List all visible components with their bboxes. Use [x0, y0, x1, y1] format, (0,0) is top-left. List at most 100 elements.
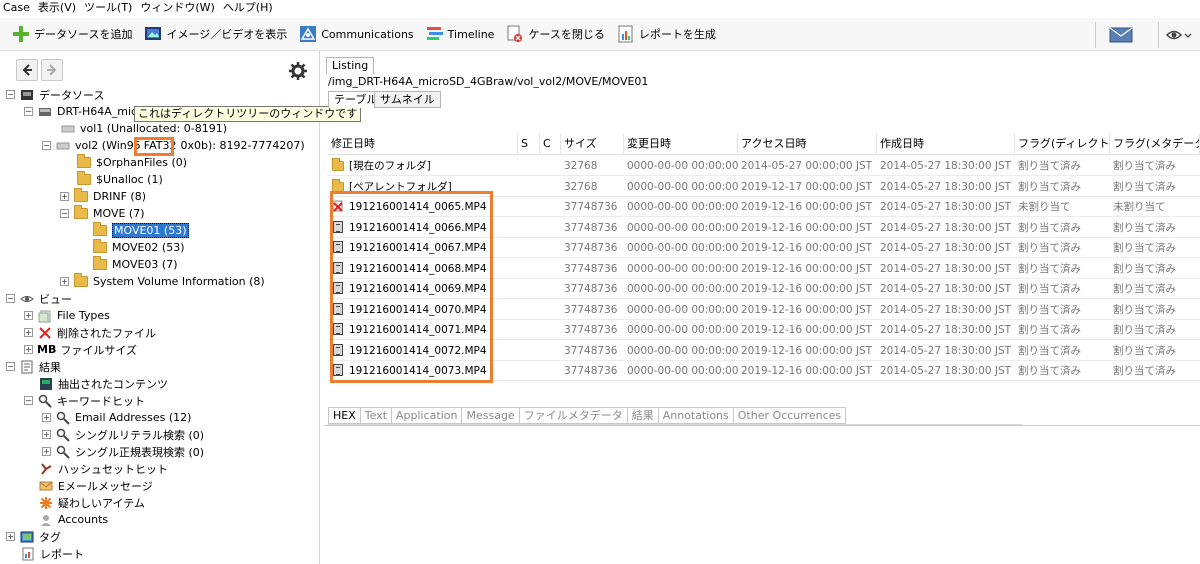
tree-item-vol1[interactable]: vol1 (Unallocated: 0-8191) [60, 120, 227, 137]
menu-help[interactable]: ヘルプ(H) [223, 0, 273, 16]
cell-fmeta: 割り当て済み [1113, 303, 1176, 316]
column-header-accessed[interactable]: アクセス日時 [738, 133, 877, 155]
collapse-icon[interactable]: − [6, 90, 15, 99]
tree-item-orphan[interactable]: $OrphanFiles (0) [76, 154, 187, 171]
tree-item-svi[interactable]: + System Volume Information (8) [60, 273, 265, 290]
column-header-changed[interactable]: 変更日時 [624, 133, 738, 155]
collapse-icon[interactable]: − [42, 141, 51, 150]
tree-item-keywordhits[interactable]: − キーワードヒット [24, 392, 145, 409]
tree-item-literal-search[interactable]: + シングルリテラル検索 (0) [42, 426, 204, 443]
column-header-flag-dir[interactable]: フラグ(ディレクトリ) [1015, 133, 1110, 155]
email-button[interactable] [1105, 21, 1141, 49]
tree-item-deleted[interactable]: + 削除されたファイル [24, 324, 156, 341]
timeline-button[interactable]: Timeline [422, 20, 499, 48]
tree-item-datasources[interactable]: − データソース [6, 86, 104, 103]
collapse-icon[interactable]: − [6, 362, 15, 371]
expand-icon[interactable]: + [24, 328, 33, 337]
cell-size: 37748736 [564, 365, 618, 377]
expand-icon[interactable]: + [24, 345, 33, 354]
tab-application[interactable]: Application [392, 407, 463, 424]
tree-label: Email Addresses (12) [75, 411, 192, 424]
cell-fdir: 割り当て済み [1018, 242, 1081, 254]
tab-results[interactable]: 結果 [627, 407, 659, 424]
close-case-button[interactable]: ケースを閉じる [502, 20, 608, 48]
expand-icon[interactable]: + [42, 430, 51, 439]
tree-item-accounts[interactable]: Accounts [38, 511, 108, 528]
expand-icon[interactable]: + [60, 277, 69, 286]
expand-icon[interactable]: + [42, 413, 51, 422]
tree-item-move[interactable]: − MOVE (7) [60, 205, 145, 222]
tree-navigation-bar [0, 59, 320, 83]
tree-item-suspicious[interactable]: 疑わしいアイテム [38, 494, 145, 511]
column-header-flag-meta[interactable]: フラグ(メタデータ) [1110, 133, 1200, 155]
tab-hex[interactable]: HEX [328, 407, 361, 424]
tree-item-email-addresses[interactable]: + Email Addresses (12) [42, 409, 191, 426]
tree-item-move01[interactable]: MOVE01 (53) [92, 222, 189, 239]
forward-button[interactable] [41, 59, 63, 81]
column-header-modified[interactable]: 修正日時 [328, 133, 518, 155]
cell-size: 37748736 [564, 283, 618, 295]
column-header-c[interactable]: C [540, 133, 561, 155]
tab-other-occurrences[interactable]: Other Occurrences [733, 407, 847, 424]
expand-icon[interactable]: + [6, 532, 15, 541]
tab-thumbnail[interactable]: サムネイル [374, 91, 441, 108]
tree-item-unalloc[interactable]: $Unalloc (1) [76, 171, 163, 188]
cell-mod: 0000-00-00 00:00:00 [627, 283, 738, 295]
expand-icon[interactable]: + [42, 447, 51, 456]
tree-item-filesize[interactable]: + MB ファイルサイズ [24, 341, 137, 358]
toolbar-separator [1095, 21, 1096, 48]
tree-item-email-messages[interactable]: Eメールメッセージ [38, 477, 153, 494]
add-data-source-label: データソースを追加 [34, 28, 133, 41]
table-row[interactable]: [現在のフォルダ] 32768 0000-00-00 00:00:00 2014-05… [328, 156, 1200, 176]
tree-item-views[interactable]: − ビュー [6, 290, 72, 307]
close-case-icon [506, 25, 524, 43]
back-button[interactable] [16, 59, 38, 81]
menu-tools[interactable]: ツール(T) [84, 0, 132, 16]
communications-button[interactable]: Communications [295, 20, 417, 48]
tree-item-device[interactable]: − DRT-H64A_mic [24, 103, 137, 120]
column-header-s[interactable]: S [518, 133, 540, 155]
tab-listing[interactable]: Listing [326, 57, 375, 74]
cell-mod: 0000-00-00 00:00:00 [627, 160, 738, 172]
volume-icon [55, 139, 71, 153]
tree-item-results[interactable]: − 結果 [6, 358, 61, 375]
tree-item-move02[interactable]: MOVE02 (53) [92, 239, 185, 256]
tree-item-regex-search[interactable]: + シングル正規表現検索 (0) [42, 443, 204, 460]
settings-button[interactable] [287, 60, 309, 82]
tree-item-reports[interactable]: レポート [20, 545, 84, 562]
tree-label: $OrphanFiles (0) [96, 156, 188, 169]
menu-window[interactable]: ウィンドウ(W) [140, 0, 214, 16]
tab-annotations[interactable]: Annotations [658, 407, 734, 424]
fat32-highlight-box [134, 137, 174, 156]
column-header-size[interactable]: サイズ [561, 133, 624, 155]
plus-icon [12, 25, 30, 43]
menu-view[interactable]: 表示(V) [38, 0, 76, 16]
deleted-file-icon [37, 326, 53, 340]
collapse-icon[interactable]: − [24, 396, 33, 405]
cell-cre: 2014-05-27 18:30:00 JST [880, 344, 1012, 357]
tree-item-extracted[interactable]: 抽出されたコンテンツ [38, 375, 168, 392]
communications-icon [299, 25, 317, 43]
tree-item-drinf[interactable]: + DRINF (8) [60, 188, 146, 205]
tree-item-tags[interactable]: + タグ [6, 528, 61, 545]
view-options-button[interactable] [1162, 21, 1200, 49]
virtual-folder-icon [76, 171, 92, 187]
tab-text[interactable]: Text [360, 407, 393, 424]
add-data-source-button[interactable]: データソースを追加 [8, 20, 136, 48]
menu-case[interactable]: Case [3, 0, 30, 16]
cell-fmeta: 割り当て済み [1113, 283, 1176, 295]
tree-item-hashset[interactable]: ハッシュセットヒット [38, 460, 168, 477]
column-header-created[interactable]: 作成日時 [877, 133, 1015, 155]
collapse-icon[interactable]: − [60, 209, 69, 218]
tab-message[interactable]: Message [462, 407, 520, 424]
view-images-button[interactable]: イメージ／ビデオを表示 [140, 20, 291, 48]
tree-item-filetypes[interactable]: + File Types [24, 307, 110, 324]
expand-icon[interactable]: + [60, 192, 69, 201]
tab-file-metadata[interactable]: ファイルメタデータ [519, 407, 628, 424]
generate-report-button[interactable]: レポートを生成 [613, 20, 720, 48]
tree-item-move03[interactable]: MOVE03 (7) [92, 256, 178, 273]
expand-icon[interactable]: + [24, 311, 33, 320]
tree-label: タグ [39, 530, 61, 544]
collapse-icon[interactable]: − [6, 294, 15, 303]
collapse-icon[interactable]: − [24, 107, 33, 116]
